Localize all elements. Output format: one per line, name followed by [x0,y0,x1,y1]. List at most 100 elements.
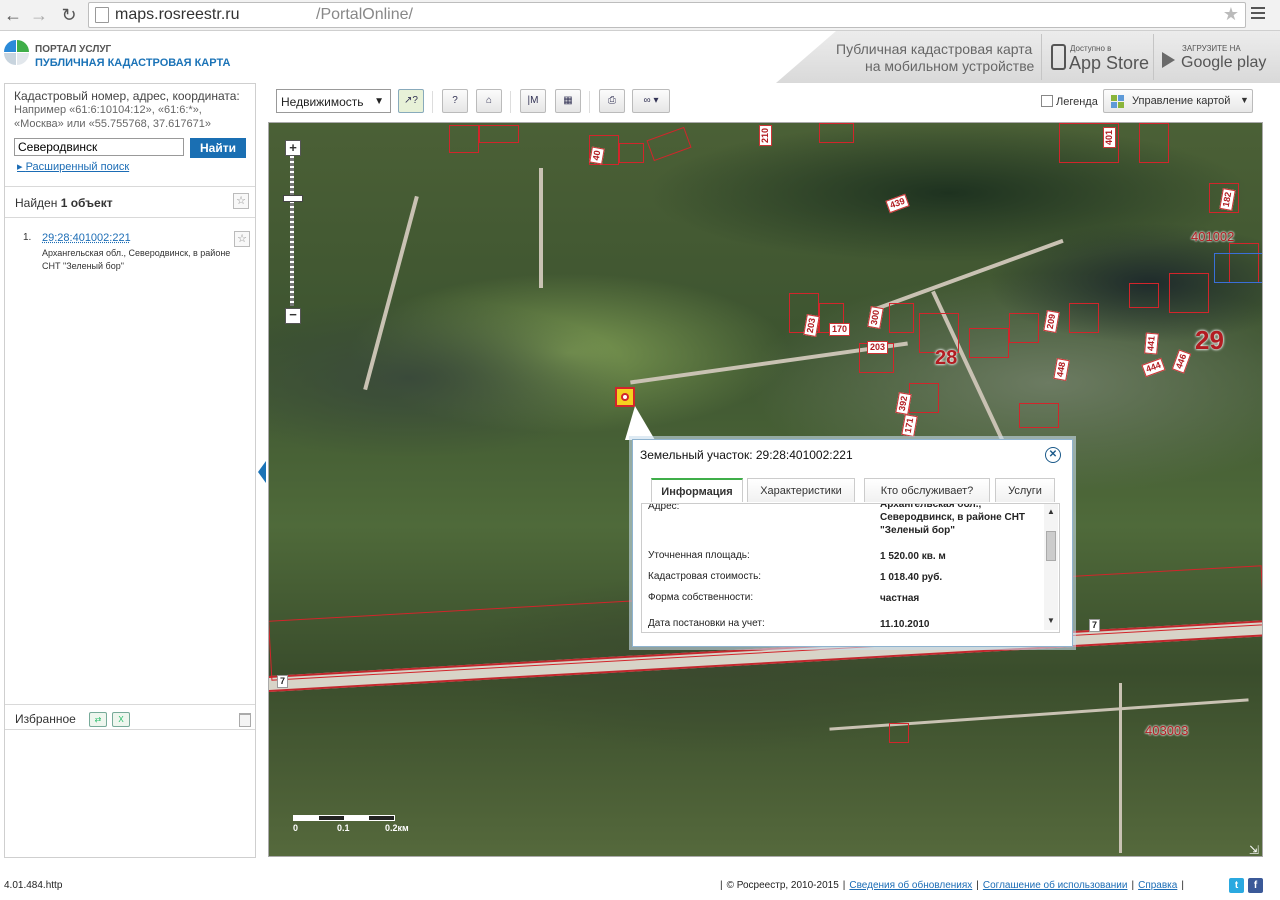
info-house-button[interactable]: ⌂ [476,89,502,113]
scale-label: 0.2км [385,823,409,833]
tab-characteristics[interactable]: Характеристики [747,478,855,502]
tab-info[interactable]: Информация [651,478,743,502]
url-path: /PortalOnline/ [316,6,413,23]
url-host: maps.rosreestr.ru [115,6,240,23]
search-button[interactable]: Найти [190,138,246,158]
location-dot-icon [621,393,629,401]
favorite-all-star-icon[interactable]: ☆ [233,193,249,209]
scale-bar [293,815,395,821]
results-count: Найден 1 объект [15,196,113,210]
scale-label: 0 [293,823,299,833]
parcel-label: 171 [901,414,918,437]
divider [589,91,590,113]
footer-links: | © Росреестр, 2010-2015 | Сведения об обно… [720,880,1184,891]
zoom-slider-handle[interactable] [283,195,303,202]
search-input[interactable] [14,138,184,156]
layer-select[interactable]: Недвижимость ▼ [276,89,391,113]
field-value: 1 018.40 руб. [880,572,943,583]
legend-checkbox[interactable] [1041,95,1053,107]
parcel-outline [1169,273,1209,313]
scroll-thumb[interactable] [1046,531,1056,561]
zoom-slider[interactable] [290,156,294,306]
parcel-outline [479,125,519,143]
updates-link[interactable]: Сведения об обновлениях [849,880,972,891]
fullscreen-icon[interactable]: ⇲ [1249,843,1259,856]
parcel-label: 446 [1171,349,1192,374]
tab-who-serves[interactable]: Кто обслуживает? [864,478,990,502]
advanced-search-link[interactable]: ▸ Расширенный поиск [17,160,129,173]
terms-link[interactable]: Соглашение об использовании [983,880,1128,891]
favorites-title: Избранное [15,712,76,726]
app-store-button[interactable]: Доступно в App Store [1041,34,1152,80]
portal-name[interactable]: ПОРТАЛ УСЛУГ [35,44,111,55]
popup-scrollbar[interactable]: ▲ ▼ [1044,504,1058,630]
parcel-label: 441 [1144,332,1159,355]
parcel-label: 170 [829,323,851,336]
divider [510,91,511,113]
scroll-up-icon[interactable]: ▲ [1047,507,1055,516]
back-arrow-icon[interactable]: ← [2,4,24,26]
measure-distance-button[interactable]: |M [520,89,546,113]
link-dropdown-button[interactable]: ∞ ▾ [632,89,670,113]
measure-area-button[interactable]: ▦ [555,89,581,113]
result-cadastral-link[interactable]: 29:28:401002:221 [42,232,131,244]
browser-menu-icon[interactable] [1251,7,1265,21]
field-value: 1 520.00 кв. м [880,551,946,562]
favorite-star-icon[interactable]: ☆ [234,231,250,247]
parcel-label: 444 [1141,357,1166,378]
app-store-label: App Store [1069,53,1150,73]
parcel-outline [1129,283,1159,308]
close-icon[interactable]: ✕ [1045,447,1061,463]
address-bar[interactable]: maps.rosreestr.ru /PortalOnline/ ★ [88,2,1246,28]
forward-arrow-icon[interactable]: → [28,4,50,26]
search-hint: Кадастровый номер, адрес, координата: [14,89,240,103]
popup-pointer [625,406,655,440]
twitter-icon[interactable]: t [1229,878,1244,893]
google-play-button[interactable]: ЗАГРУЗИТЕ НА Google play [1153,34,1266,80]
reload-icon[interactable]: ↻ [58,4,80,26]
google-play-label: Google play [1181,54,1267,71]
excel-export-icon[interactable]: X [112,712,130,727]
help-link[interactable]: Справка [1138,880,1177,891]
parcel-outline [1069,303,1099,333]
trash-icon[interactable] [239,713,251,727]
parcel-outline [1214,253,1262,283]
map-canvas[interactable]: 210 40 439 203 401 170 300 392 203 446 4… [268,122,1263,857]
search-example: «Москва» или «55.755768, 37.617671» [14,118,211,130]
identify-pointer-button[interactable]: ↗? [398,89,424,113]
field-label: Дата постановки на учет: [648,618,765,629]
facebook-icon[interactable]: f [1248,878,1263,893]
site-header: ПОРТАЛ УСЛУГ ПУБЛИЧНАЯ КАДАСТРОВАЯ КАРТА… [0,31,1280,83]
selected-parcel-marker[interactable] [615,387,635,407]
zoom-in-button[interactable]: + [285,140,301,156]
tab-services[interactable]: Услуги [995,478,1055,502]
district-number: 28 [935,347,958,369]
parcel-outline [1019,403,1059,428]
export-favorites-icon[interactable]: ⇄ [89,712,107,727]
parcel-label: 439 [885,193,910,214]
copyright: © Росреестр, 2010-2015 [726,880,839,891]
select-area-button[interactable]: ? [442,89,468,113]
road [539,168,543,288]
advanced-search-label: Расширенный поиск [25,161,130,173]
print-button[interactable]: ⎙ [599,89,625,113]
scroll-down-icon[interactable]: ▼ [1047,616,1055,625]
browser-toolbar: ← → ↻ maps.rosreestr.ru /PortalOnline/ ★ [0,0,1280,31]
divider [5,704,255,705]
parcel-outline [819,123,854,143]
map-management-dropdown[interactable]: Управление картой ▼ [1103,89,1253,113]
zoom-out-button[interactable]: − [285,308,301,324]
portal-subtitle[interactable]: ПУБЛИЧНАЯ КАДАСТРОВАЯ КАРТА [35,57,230,69]
divider [5,729,255,730]
bookmark-star-icon[interactable]: ★ [1223,4,1239,25]
parcel-label: 203 [803,314,820,337]
field-label: Адрес: [648,503,680,512]
legend-label: Легенда [1056,96,1098,108]
parcel-label: 209 [1043,310,1060,333]
app-store-small-label: Доступно в [1070,44,1112,53]
phone-icon [1051,44,1066,70]
result-index: 1. [23,232,32,243]
collapse-panel-icon[interactable] [258,461,266,483]
scale-label: 0.1 [337,823,350,833]
portal-logo-icon[interactable] [4,40,30,68]
